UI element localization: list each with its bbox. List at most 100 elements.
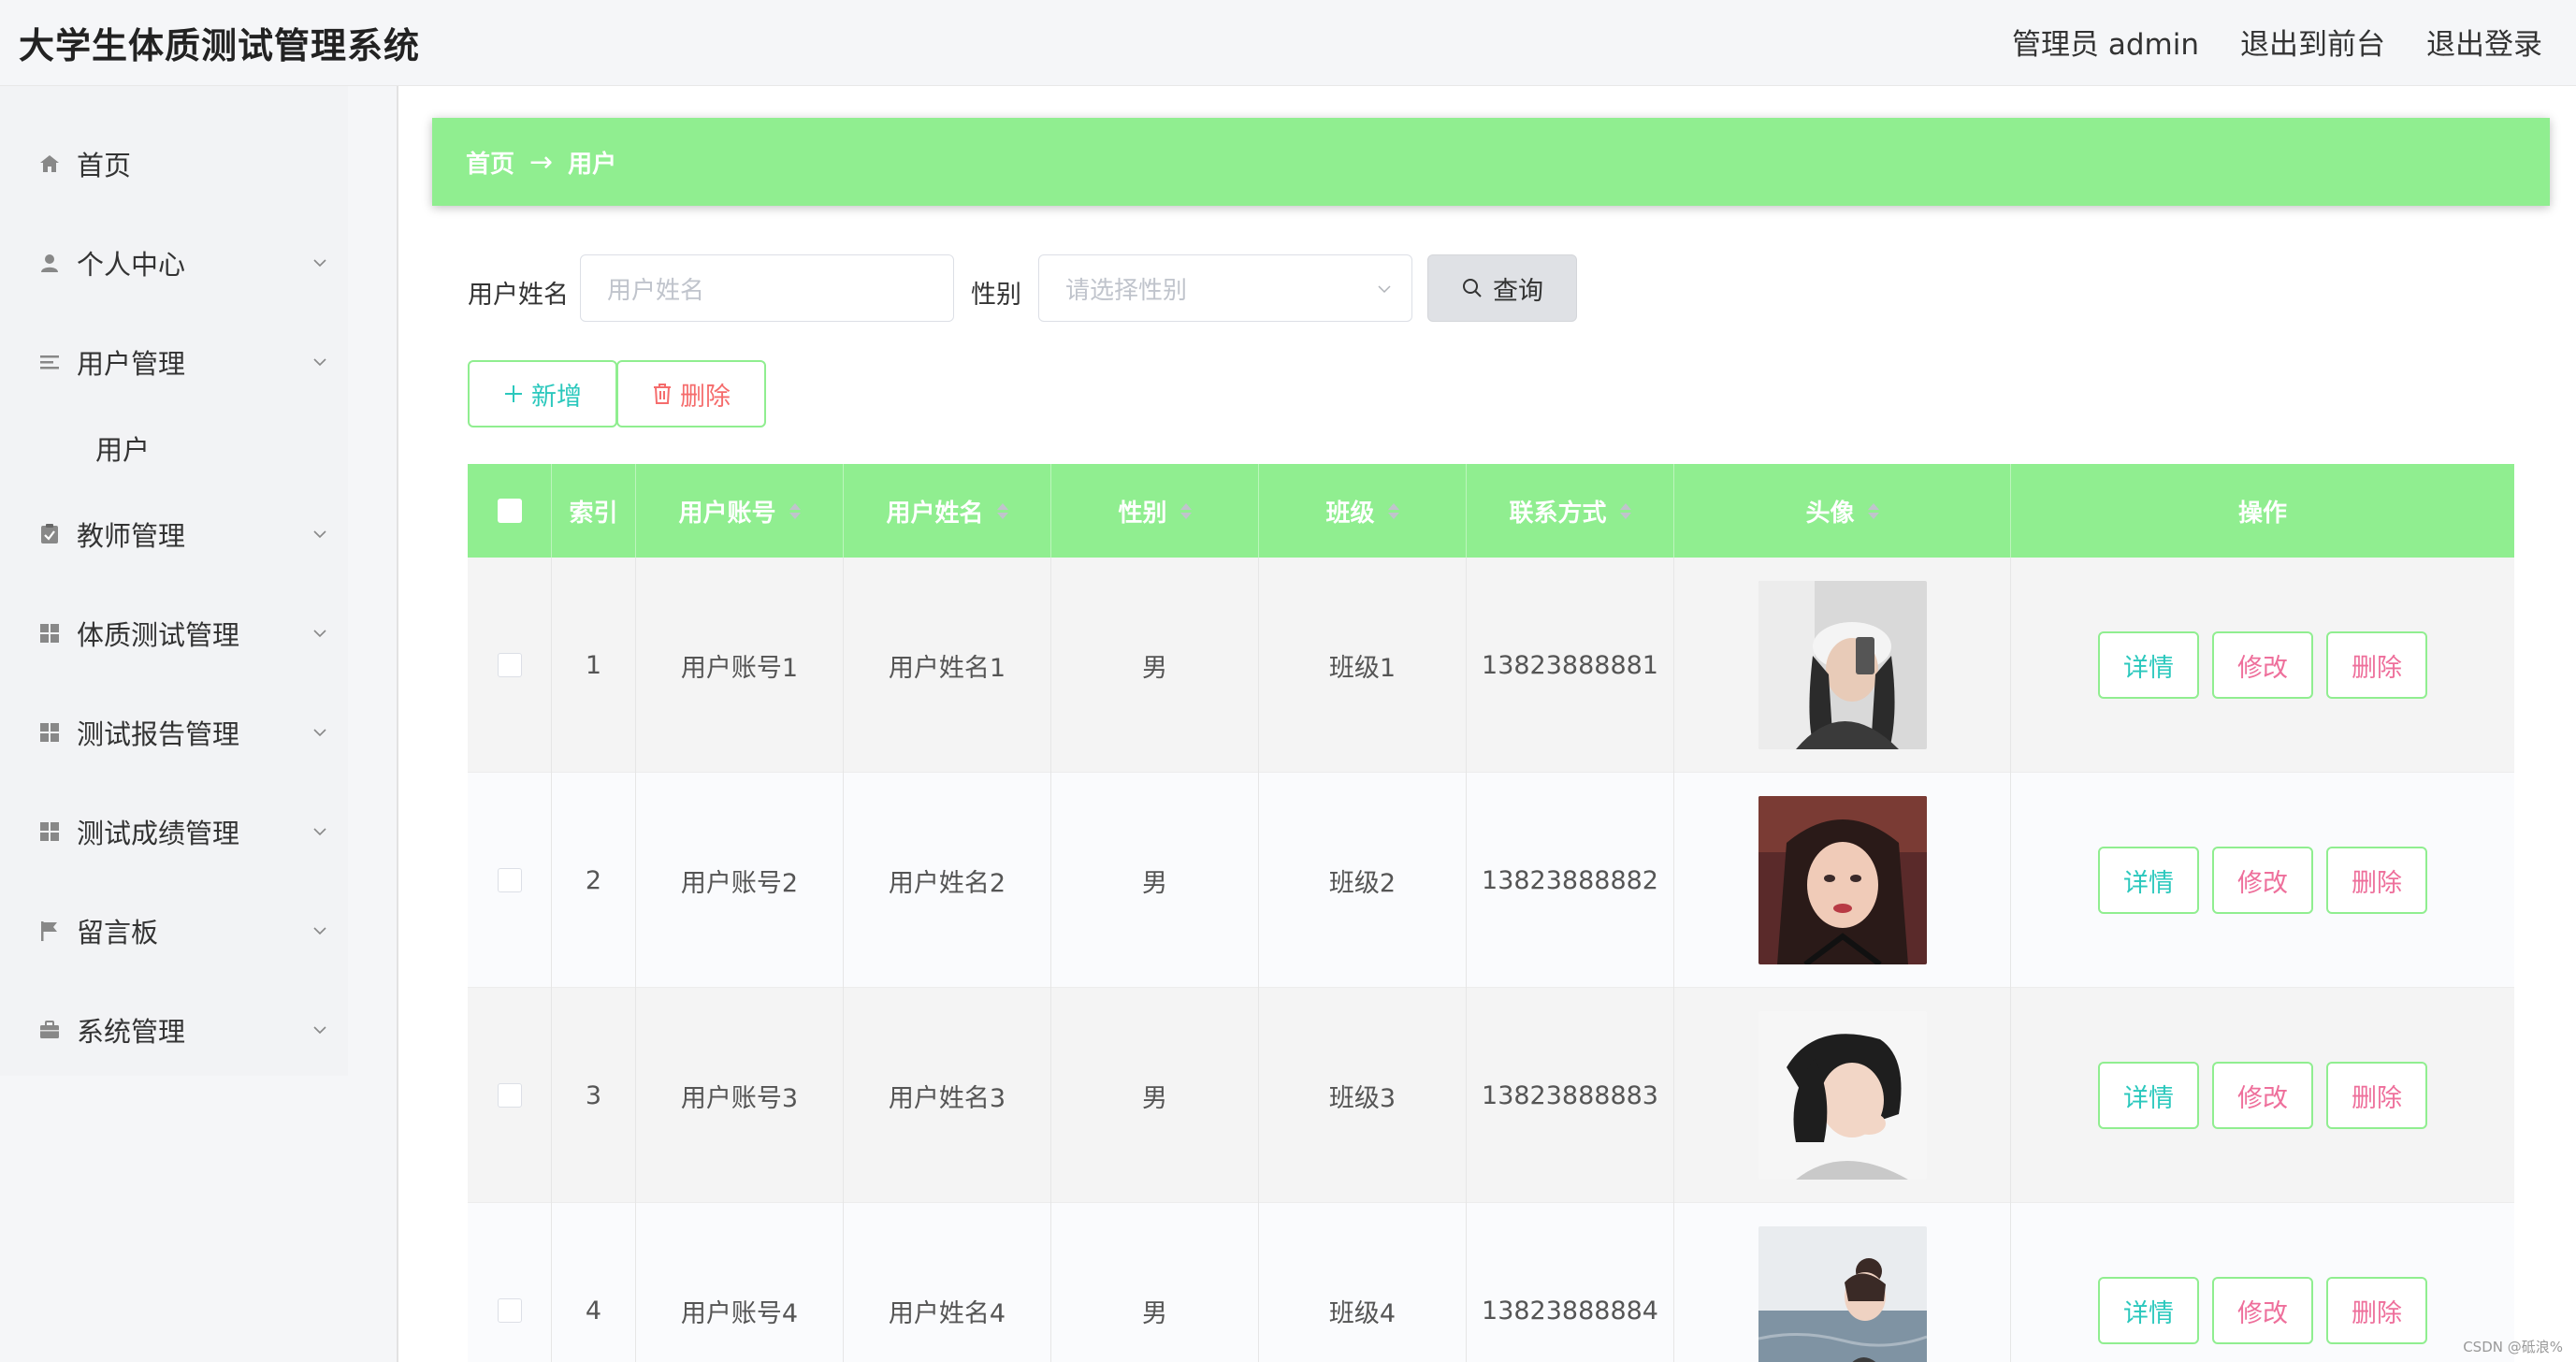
- plus-icon: [505, 385, 522, 402]
- cell-name: 用户姓名1: [844, 558, 1051, 773]
- table-row: 1 用户账号1 用户姓名1 男 班级1 13823888881 详情 修改 删除: [468, 558, 2514, 773]
- table-row: 2 用户账号2 用户姓名2 男 班级2 13823888882 详情 修改 删除: [468, 773, 2514, 988]
- user-table: 索引 用户账号 用户姓名 性别 班级 联系方式 头像 操作 1 用户账号1 用户…: [468, 464, 2514, 1362]
- app-title: 大学生体质测试管理系统: [19, 25, 421, 66]
- admin-label: 管理员 admin: [2012, 28, 2199, 62]
- sort-icon[interactable]: [789, 502, 801, 519]
- cell-phone: 13823888882: [1467, 773, 1674, 988]
- watermark: CSDN @砥浪%: [2463, 1339, 2563, 1355]
- sidebar-item-system-management[interactable]: 系统管理: [0, 988, 348, 1072]
- name-search-input[interactable]: 用户姓名: [580, 254, 954, 322]
- gender-search-label: 性别: [971, 281, 1021, 310]
- arrow-right-icon: →: [529, 145, 554, 179]
- sidebar-item-teacher-management[interactable]: 教师管理: [0, 492, 348, 576]
- cell-avatar: [1674, 988, 2011, 1203]
- cell-name: 用户姓名4: [844, 1203, 1051, 1362]
- sidebar-item-label: 测试成绩管理: [77, 818, 240, 849]
- sidebar-item-label: 用户: [95, 434, 151, 466]
- header-phone[interactable]: 联系方式: [1467, 464, 1674, 558]
- sidebar-item-label: 教师管理: [77, 520, 186, 552]
- detail-button[interactable]: 详情: [2098, 1277, 2199, 1344]
- name-search-placeholder: 用户姓名: [607, 276, 705, 305]
- query-button[interactable]: 查询: [1427, 254, 1577, 322]
- header-avatar[interactable]: 头像: [1674, 464, 2011, 558]
- sidebar-item-label: 用户管理: [77, 348, 186, 380]
- row-select-cell: [468, 773, 552, 988]
- query-button-label: 查询: [1493, 276, 1543, 306]
- cell-avatar: [1674, 773, 2011, 988]
- header-gender-label: 性别: [1118, 499, 1167, 528]
- edit-button[interactable]: 修改: [2212, 631, 2313, 699]
- edit-button[interactable]: 修改: [2212, 847, 2313, 914]
- sort-icon[interactable]: [1387, 502, 1399, 519]
- search-icon: [1463, 279, 1482, 297]
- header-name[interactable]: 用户姓名: [844, 464, 1051, 558]
- detail-button[interactable]: 详情: [2098, 631, 2199, 699]
- header-gender[interactable]: 性别: [1051, 464, 1259, 558]
- chevron-down-icon: [313, 1026, 326, 1035]
- cell-account: 用户账号2: [636, 773, 844, 988]
- edit-button[interactable]: 修改: [2212, 1062, 2313, 1129]
- delete-button[interactable]: 删除: [2326, 631, 2427, 699]
- row-checkbox[interactable]: [497, 1083, 522, 1108]
- select-all-checkbox[interactable]: [497, 499, 522, 523]
- header-account[interactable]: 用户账号: [636, 464, 844, 558]
- cell-phone: 13823888883: [1467, 988, 1674, 1203]
- batch-delete-button[interactable]: 删除: [616, 360, 766, 427]
- back-to-front-link[interactable]: 退出到前台: [2240, 21, 2385, 63]
- gender-select[interactable]: 请选择性别: [1038, 254, 1412, 322]
- sidebar-item-users[interactable]: 用户: [0, 406, 348, 490]
- header-class[interactable]: 班级: [1259, 464, 1467, 558]
- sidebar-item-user-management[interactable]: 用户管理: [0, 320, 348, 404]
- header-links: 管理员 admin 退出到前台 退出登录: [2012, 21, 2542, 63]
- delete-button[interactable]: 删除: [2326, 1277, 2427, 1344]
- edit-button[interactable]: 修改: [2212, 1277, 2313, 1344]
- row-checkbox[interactable]: [497, 1298, 522, 1323]
- header-operations: 操作: [2011, 464, 2514, 558]
- cell-operations: 详情 修改 删除: [2011, 773, 2514, 988]
- header-select-all[interactable]: [468, 464, 552, 558]
- chevron-down-icon: [313, 259, 326, 268]
- sidebar: 首页 个人中心 用户管理 用户 教师管理 体质测试管理 测试报告管理 测试成绩管…: [0, 86, 398, 1362]
- avatar: [1758, 581, 1927, 749]
- header-phone-label: 联系方式: [1509, 499, 1607, 528]
- sidebar-item-message-board[interactable]: 留言板: [0, 889, 348, 973]
- sidebar-item-profile[interactable]: 个人中心: [0, 221, 348, 305]
- delete-button[interactable]: 删除: [2326, 847, 2427, 914]
- sidebar-item-fitness-test[interactable]: 体质测试管理: [0, 591, 348, 675]
- detail-button[interactable]: 详情: [2098, 1062, 2199, 1129]
- sort-icon[interactable]: [1867, 502, 1879, 519]
- chevron-down-icon: [1378, 285, 1391, 294]
- chevron-down-icon: [313, 630, 326, 638]
- delete-button[interactable]: 删除: [2326, 1062, 2427, 1129]
- cell-index: 2: [552, 773, 636, 988]
- cell-index: 4: [552, 1203, 636, 1362]
- cell-index: 3: [552, 988, 636, 1203]
- row-checkbox[interactable]: [497, 653, 522, 677]
- detail-button[interactable]: 详情: [2098, 847, 2199, 914]
- add-button[interactable]: 新增: [468, 360, 617, 427]
- sidebar-item-label: 体质测试管理: [77, 619, 240, 651]
- sort-icon[interactable]: [996, 502, 1008, 519]
- cell-operations: 详情 修改 删除: [2011, 988, 2514, 1203]
- cell-index: 1: [552, 558, 636, 773]
- row-checkbox[interactable]: [497, 868, 522, 892]
- cell-gender: 男: [1051, 773, 1259, 988]
- logout-link[interactable]: 退出登录: [2426, 21, 2542, 63]
- avatar: [1758, 1011, 1927, 1180]
- cell-class: 班级1: [1259, 558, 1467, 773]
- sidebar-item-test-score[interactable]: 测试成绩管理: [0, 790, 348, 874]
- cell-class: 班级2: [1259, 773, 1467, 988]
- sidebar-item-label: 留言板: [77, 917, 159, 949]
- chevron-down-icon: [313, 358, 326, 367]
- sort-icon[interactable]: [1179, 502, 1192, 519]
- avatar: [1758, 1226, 1927, 1362]
- header-index: 索引: [552, 464, 636, 558]
- sidebar-item-test-report[interactable]: 测试报告管理: [0, 690, 348, 775]
- batch-delete-button-label: 删除: [680, 382, 731, 412]
- breadcrumb-home[interactable]: 首页: [466, 145, 514, 180]
- sidebar-item-home[interactable]: 首页: [0, 122, 348, 206]
- row-select-cell: [468, 558, 552, 773]
- sort-icon[interactable]: [1619, 502, 1631, 519]
- list-icon: [37, 350, 62, 374]
